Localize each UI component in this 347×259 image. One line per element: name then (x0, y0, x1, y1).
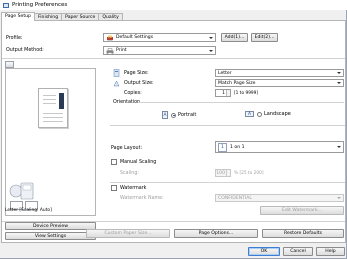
copies-range: [1 to 9999] (234, 91, 259, 96)
page-layout-value: 1 on 1 (230, 144, 245, 150)
orientation-label: Orientation (113, 100, 141, 105)
restore-defaults-button[interactable]: Restore Defaults (262, 229, 344, 238)
chevron-down-icon (337, 197, 341, 199)
chevron-down-icon (337, 82, 341, 84)
landscape-radio[interactable] (257, 111, 262, 117)
landscape-option[interactable]: A Landscape (245, 111, 291, 117)
preview-toggle-icon[interactable] (5, 61, 14, 68)
page-layout-icon: 1 (218, 143, 227, 152)
window-title: Printing Preferences (12, 2, 68, 8)
divider (2, 221, 345, 222)
divider (110, 182, 345, 183)
watermark-label: Watermark (120, 186, 147, 191)
copies-spinner-icon[interactable] (226, 90, 230, 96)
scaling-label: Scaling: (120, 171, 139, 176)
page-preview (5, 68, 96, 216)
device-preview-button[interactable]: Device Preview (5, 222, 96, 230)
watermark-value: CONFIDENTIAL (218, 195, 252, 201)
portrait-icon: A (162, 111, 168, 119)
copies-value: 1 (222, 90, 225, 96)
divider (2, 58, 345, 59)
output-size-label: Output Size: (124, 81, 154, 86)
edit-profile-button[interactable]: Edit(2)... (251, 33, 278, 42)
page-setup-panel: Profile: Default Settings Add(1)... Edit… (1, 20, 346, 243)
landscape-label: Landscape (264, 111, 291, 117)
divider (110, 125, 345, 126)
page-layout-select[interactable]: 1 1 on 1 (215, 141, 344, 153)
profile-value: Default Settings (116, 35, 154, 40)
scaling-range: % [25 to 200] (234, 171, 264, 176)
scaling-input[interactable]: 100 (215, 169, 231, 177)
view-settings-button[interactable]: View Settings (5, 232, 96, 240)
custom-paper-size-button[interactable]: Custom Paper Size... (86, 229, 170, 238)
copies-label: Copies: (124, 91, 142, 96)
watermark-name-label: Watermark Name: (120, 196, 164, 201)
portrait-label: Portrait (178, 112, 197, 118)
printer-app-icon (3, 2, 9, 8)
preview-paper (38, 88, 68, 128)
output-method-select[interactable]: Print (103, 46, 216, 55)
output-size-select[interactable]: Match Page Size (215, 79, 344, 87)
copies-input[interactable]: 1 (215, 89, 231, 97)
preview-area: Letter [Scaling: Auto] Device Preview Vi… (2, 61, 100, 244)
add-profile-button[interactable]: Add(1)... (221, 33, 248, 42)
chevron-down-icon (209, 36, 213, 39)
chevron-down-icon (337, 146, 341, 148)
manual-scaling-checkbox[interactable] (111, 159, 117, 165)
cancel-button[interactable]: Cancel (283, 247, 313, 256)
orientation-divider (138, 102, 344, 103)
printer-illustration-icon (9, 182, 34, 200)
scaling-spinner-icon[interactable] (226, 170, 230, 176)
output-size-value: Match Page Size (218, 80, 256, 86)
page-size-label: Page Size: (124, 71, 149, 76)
printing-preferences-window: Printing Preferences Page Setup Finishin… (0, 0, 347, 259)
printer-icon (106, 48, 114, 55)
manual-scaling-label: Manual Scaling (120, 160, 157, 165)
portrait-option[interactable]: A Portrait (162, 111, 196, 119)
profile-icon (107, 35, 113, 42)
profile-label: Profile: (6, 36, 23, 41)
portrait-radio[interactable] (171, 112, 176, 118)
page-size-value: Letter (218, 70, 232, 76)
profile-select[interactable]: Default Settings (103, 33, 216, 42)
preview-caption: Letter [Scaling: Auto] (5, 208, 52, 213)
output-method-label: Output Method: (6, 48, 44, 53)
output-size-icon (113, 80, 120, 87)
landscape-icon: A (245, 111, 254, 117)
ok-button[interactable]: OK (248, 247, 280, 256)
chevron-down-icon (337, 72, 341, 74)
page-options-button[interactable]: Page Options... (174, 229, 258, 238)
page-size-icon (113, 69, 120, 77)
chevron-down-icon (209, 49, 213, 52)
title-bar[interactable]: Printing Preferences (0, 0, 347, 10)
tab-page-setup[interactable]: Page Setup (1, 12, 35, 21)
help-button[interactable]: Help (316, 247, 345, 256)
page-layout-label: Page Layout: (111, 146, 143, 151)
watermark-select[interactable]: CONFIDENTIAL (215, 194, 344, 202)
scaling-value: 100 (216, 170, 225, 176)
output-method-value: Print (116, 48, 127, 53)
watermark-checkbox[interactable] (111, 185, 117, 191)
page-size-select[interactable]: Letter (215, 69, 344, 77)
edit-watermark-button[interactable]: Edit Watermark... (260, 206, 344, 215)
